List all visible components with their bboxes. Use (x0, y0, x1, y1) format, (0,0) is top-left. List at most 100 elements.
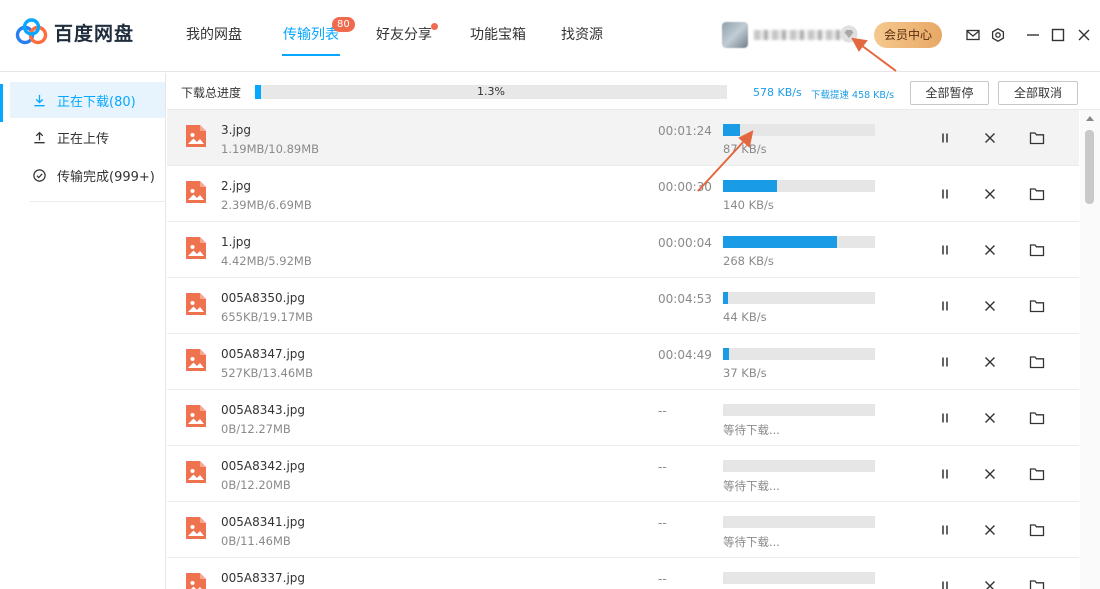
file-name: 2.jpg (221, 179, 252, 193)
image-file-icon (186, 181, 206, 203)
open-folder-icon[interactable] (1027, 184, 1047, 204)
minimize-icon[interactable] (1022, 24, 1044, 46)
cancel-all-button[interactable]: 全部取消 (998, 81, 1078, 105)
tab-toolbox[interactable]: 功能宝箱 (470, 24, 526, 44)
file-size: 2.39MB/6.69MB (221, 198, 312, 212)
download-row[interactable]: 1.jpg 4.42MB/5.92MB 00:00:04 268 KB/s (167, 222, 1079, 278)
speed-boost-link[interactable]: 下载提速 458 KB/s (811, 87, 894, 101)
open-folder-icon[interactable] (1027, 576, 1047, 589)
file-progress-fill (723, 180, 777, 192)
download-rate: 268 KB/s (723, 254, 774, 268)
download-row[interactable]: 005A8347.jpg 527KB/13.46MB 00:04:49 37 KB/s (167, 334, 1079, 390)
cancel-icon[interactable] (980, 128, 1000, 148)
cancel-icon[interactable] (980, 408, 1000, 428)
close-icon[interactable] (1073, 24, 1095, 46)
file-progress-fill (723, 292, 728, 304)
scrollbar-thumb[interactable] (1085, 130, 1094, 204)
tab-find-resources[interactable]: 找资源 (561, 24, 603, 44)
download-row[interactable]: 005A8337.jpg -- (167, 558, 1079, 589)
pause-icon[interactable] (935, 464, 955, 484)
open-folder-icon[interactable] (1027, 464, 1047, 484)
active-indicator (0, 84, 3, 122)
cancel-icon[interactable] (980, 184, 1000, 204)
time-remaining: -- (658, 460, 667, 474)
open-folder-icon[interactable] (1027, 296, 1047, 316)
sidebar-item-uploading[interactable]: 正在上传 (10, 119, 165, 155)
transfer-count-badge: 80 (332, 17, 355, 32)
file-progress-bar (723, 236, 875, 248)
file-size: 1.19MB/10.89MB (221, 142, 320, 156)
active-tab-underline (282, 54, 340, 56)
pause-icon[interactable] (935, 240, 955, 260)
upload-icon (34, 131, 45, 143)
download-rate: 44 KB/s (723, 310, 767, 324)
file-name: 005A8350.jpg (221, 291, 306, 305)
pause-icon[interactable] (935, 184, 955, 204)
download-row[interactable]: 005A8343.jpg 0B/12.27MB -- 等待下载... (167, 390, 1079, 446)
file-size: 4.42MB/5.92MB (221, 254, 312, 268)
open-folder-icon[interactable] (1027, 408, 1047, 428)
pause-icon[interactable] (935, 520, 955, 540)
cancel-icon[interactable] (980, 240, 1000, 260)
file-size: 0B/12.27MB (221, 422, 291, 436)
mail-icon[interactable] (962, 24, 984, 46)
file-size: 0B/11.46MB (221, 534, 291, 548)
open-folder-icon[interactable] (1027, 520, 1047, 540)
tab-my-netdisk[interactable]: 我的网盘 (186, 24, 242, 44)
download-icon (34, 94, 45, 106)
file-name: 005A8341.jpg (221, 515, 306, 529)
app-logo[interactable]: 百度网盘 (14, 17, 134, 47)
cancel-icon[interactable] (980, 352, 1000, 372)
time-remaining: 00:00:30 (658, 180, 712, 194)
cancel-icon[interactable] (980, 464, 1000, 484)
file-progress-bar (723, 460, 875, 472)
open-folder-icon[interactable] (1027, 240, 1047, 260)
cancel-icon[interactable] (980, 576, 1000, 589)
download-row[interactable]: 005A8350.jpg 655KB/19.17MB 00:04:53 44 KB/s (167, 278, 1079, 334)
cancel-icon[interactable] (980, 296, 1000, 316)
diamond-icon[interactable] (840, 25, 858, 43)
pause-icon[interactable] (935, 296, 955, 316)
scroll-up-arrow[interactable] (1086, 116, 1094, 121)
cancel-icon[interactable] (980, 520, 1000, 540)
transfer-panel: 下载总进度 1.3% 578 KB/s 下载提速 458 KB/s 全部暂停 全… (167, 73, 1100, 589)
file-size: 527KB/13.46MB (221, 366, 313, 380)
pause-all-button[interactable]: 全部暂停 (910, 81, 989, 105)
file-progress-fill (723, 348, 729, 360)
image-file-icon (186, 517, 206, 539)
download-rate: 87 KB/s (723, 142, 767, 156)
avatar[interactable] (722, 22, 748, 48)
pause-icon[interactable] (935, 352, 955, 372)
total-progress-bar: 1.3% (255, 85, 727, 99)
total-progress-percent: 1.3% (477, 85, 505, 98)
download-row[interactable]: 005A8342.jpg 0B/12.20MB -- 等待下载... (167, 446, 1079, 502)
time-remaining: 00:04:53 (658, 292, 712, 306)
time-remaining: -- (658, 404, 667, 418)
time-remaining: 00:04:49 (658, 348, 712, 362)
download-row[interactable]: 3.jpg 1.19MB/10.89MB 00:01:24 87 KB/s (167, 110, 1079, 166)
check-circle-icon (33, 168, 46, 182)
file-name: 3.jpg (221, 123, 252, 137)
settings-icon[interactable] (987, 24, 1009, 46)
total-progress-label: 下载总进度 (181, 86, 242, 100)
time-remaining: 00:01:24 (658, 124, 712, 138)
file-progress-bar (723, 180, 875, 192)
sidebar-item-downloading[interactable]: 正在下载(80) (10, 82, 165, 118)
tab-friend-share[interactable]: 好友分享 (376, 24, 432, 44)
notification-dot (431, 23, 438, 30)
open-folder-icon[interactable] (1027, 128, 1047, 148)
pause-icon[interactable] (935, 408, 955, 428)
pause-icon[interactable] (935, 128, 955, 148)
download-rate: 等待下载... (723, 479, 780, 493)
scrollbar[interactable] (1080, 110, 1100, 589)
pause-icon[interactable] (935, 576, 955, 589)
open-folder-icon[interactable] (1027, 352, 1047, 372)
download-row[interactable]: 2.jpg 2.39MB/6.69MB 00:00:30 140 KB/s (167, 166, 1079, 222)
download-row[interactable]: 005A8341.jpg 0B/11.46MB -- 等待下载... (167, 502, 1079, 558)
top-bar: 百度网盘 我的网盘 传输列表 80 好友分享 功能宝箱 找资源 会员中心 (0, 0, 1100, 72)
maximize-icon[interactable] (1047, 24, 1069, 46)
tab-transfer-list[interactable]: 传输列表 (283, 24, 339, 44)
sidebar-item-label: 正在上传 (57, 131, 110, 147)
vip-center-button[interactable]: 会员中心 (874, 22, 942, 48)
sidebar-item-completed[interactable]: 传输完成(999+) (10, 157, 165, 193)
